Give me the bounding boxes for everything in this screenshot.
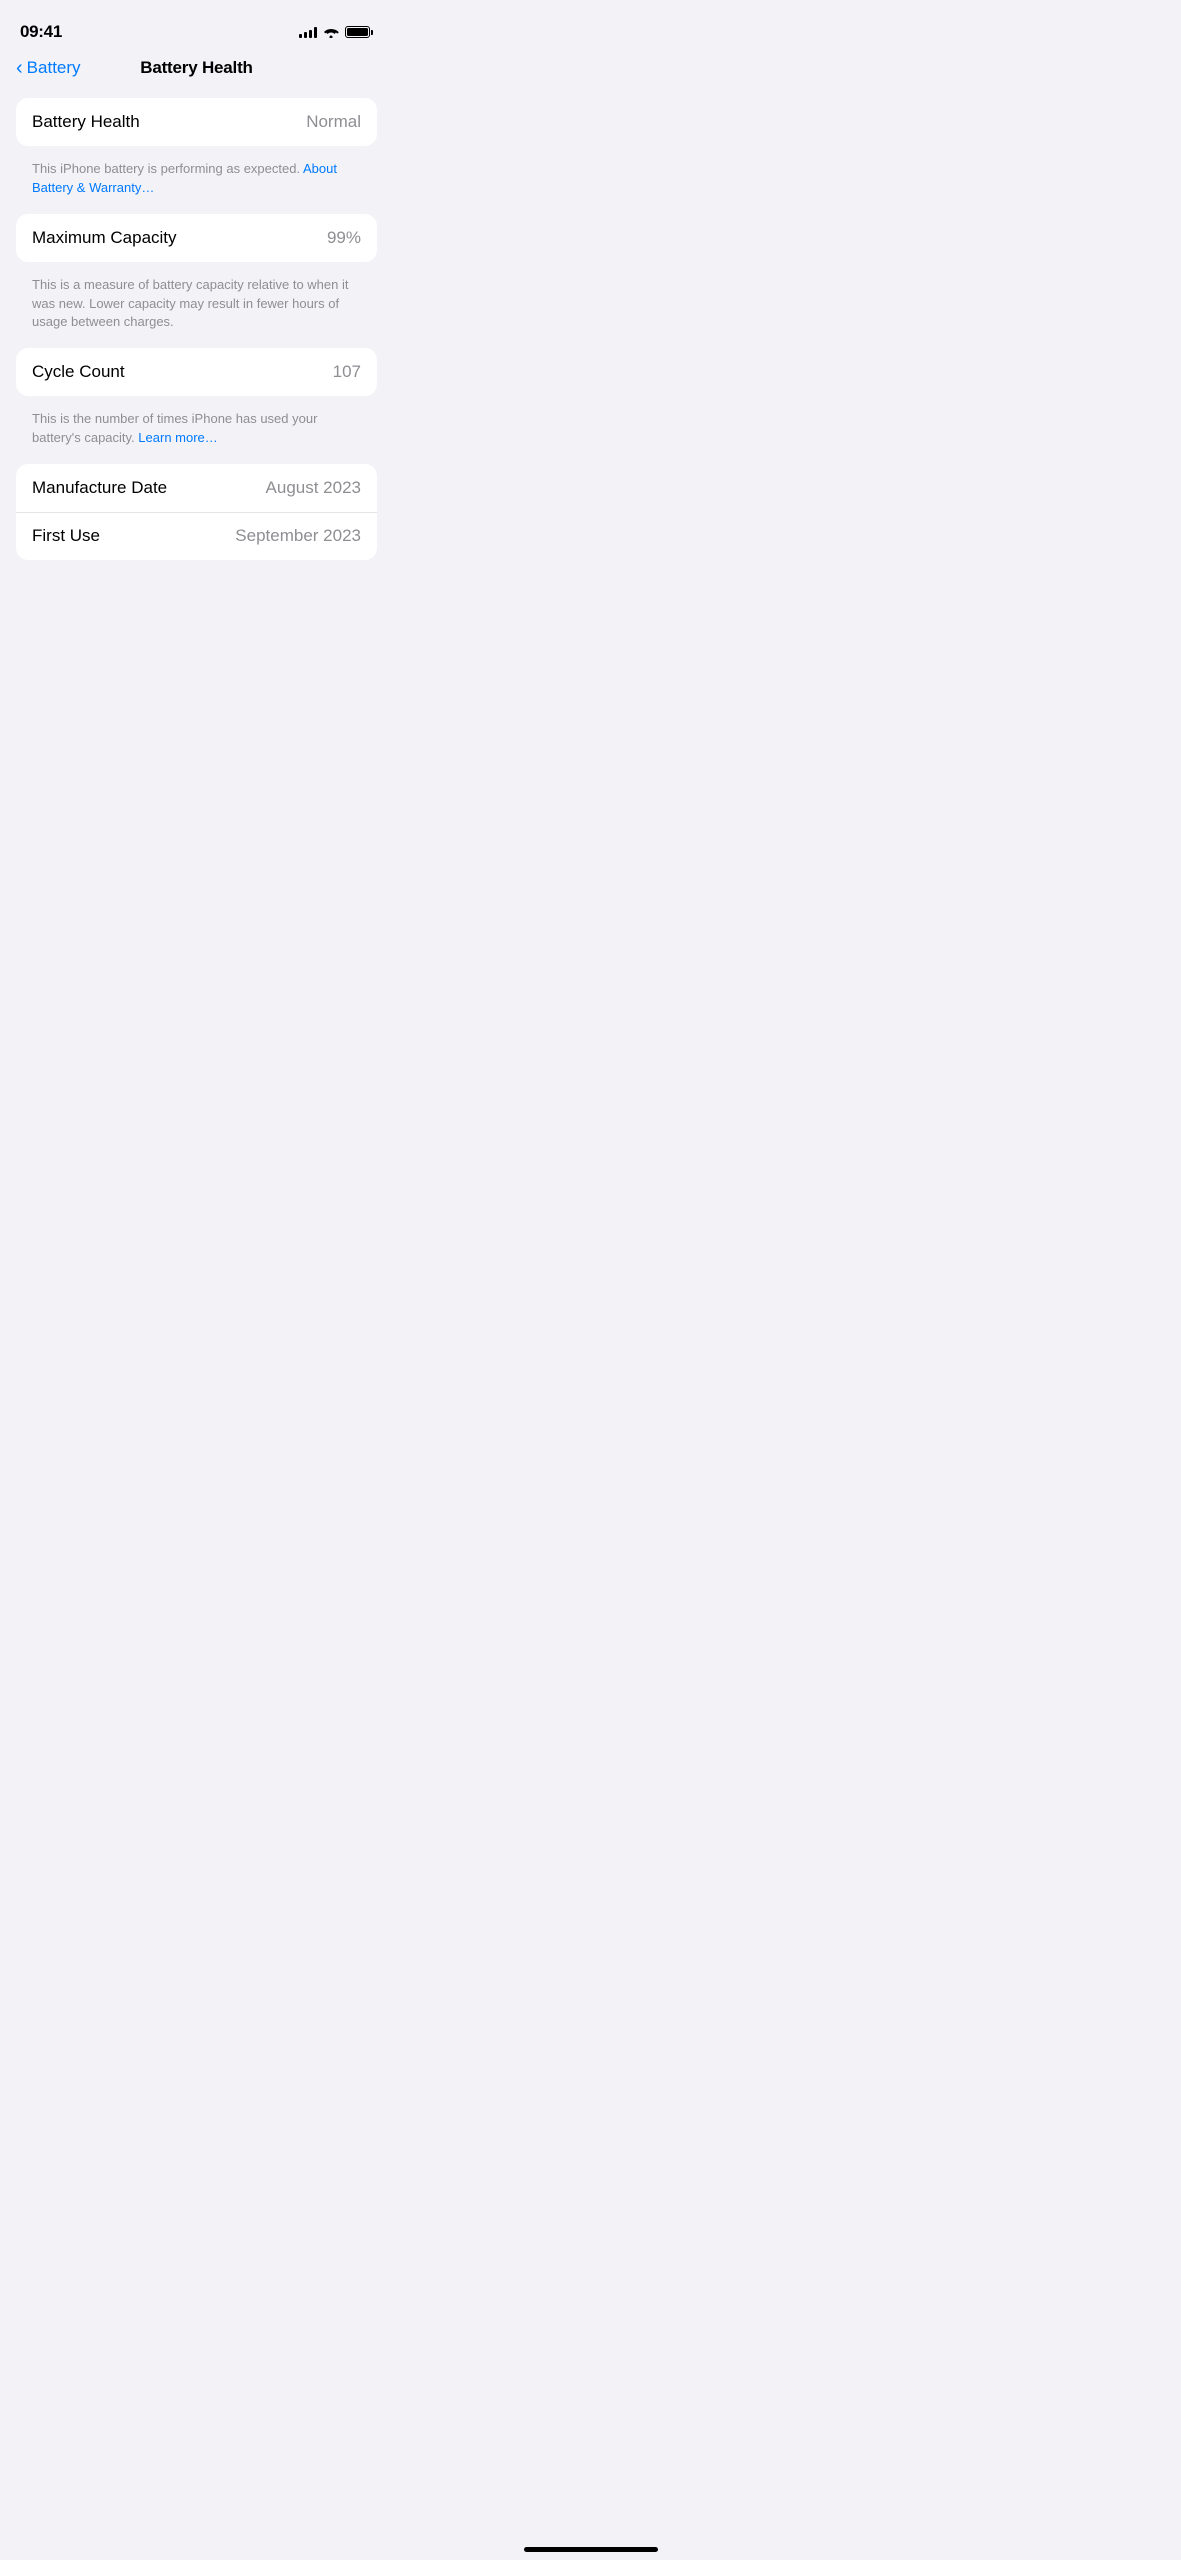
home-indicator bbox=[524, 2547, 658, 2552]
learn-more-link[interactable]: Learn more… bbox=[138, 430, 217, 445]
cycle-count-value: 107 bbox=[333, 362, 361, 382]
status-bar: 09:41 bbox=[0, 0, 393, 50]
main-content: Battery Health Normal This iPhone batter… bbox=[0, 98, 393, 560]
nav-header: ‹ Battery Battery Health bbox=[0, 50, 393, 90]
manufacture-date-value: August 2023 bbox=[266, 478, 361, 498]
chevron-left-icon: ‹ bbox=[16, 58, 23, 78]
signal-bars-icon bbox=[299, 26, 317, 38]
back-label: Battery bbox=[27, 58, 81, 78]
battery-health-value: Normal bbox=[306, 112, 361, 132]
max-capacity-row: Maximum Capacity 99% bbox=[16, 214, 377, 262]
first-use-row: First Use September 2023 bbox=[16, 512, 377, 560]
cycle-count-row: Cycle Count 107 bbox=[16, 348, 377, 396]
first-use-label: First Use bbox=[32, 526, 100, 546]
first-use-value: September 2023 bbox=[235, 526, 361, 546]
battery-health-description: This iPhone battery is performing as exp… bbox=[16, 154, 377, 214]
max-capacity-value: 99% bbox=[327, 228, 361, 248]
max-capacity-card: Maximum Capacity 99% bbox=[16, 214, 377, 262]
back-button[interactable]: ‹ Battery bbox=[16, 58, 81, 78]
max-capacity-description: This is a measure of battery capacity re… bbox=[16, 270, 377, 349]
manufacture-date-label: Manufacture Date bbox=[32, 478, 167, 498]
status-time: 09:41 bbox=[20, 22, 62, 42]
battery-health-row: Battery Health Normal bbox=[16, 98, 377, 146]
cycle-count-label: Cycle Count bbox=[32, 362, 125, 382]
max-capacity-label: Maximum Capacity bbox=[32, 228, 177, 248]
battery-icon bbox=[345, 26, 373, 38]
cycle-count-card: Cycle Count 107 bbox=[16, 348, 377, 396]
cycle-count-description: This is the number of times iPhone has u… bbox=[16, 404, 377, 464]
about-battery-link[interactable]: About Battery & Warranty… bbox=[32, 161, 337, 195]
manufacture-date-row: Manufacture Date August 2023 bbox=[16, 464, 377, 512]
status-icons bbox=[299, 26, 373, 38]
dates-card: Manufacture Date August 2023 First Use S… bbox=[16, 464, 377, 560]
page-title: Battery Health bbox=[140, 58, 252, 78]
battery-health-label: Battery Health bbox=[32, 112, 140, 132]
wifi-icon bbox=[323, 26, 339, 38]
battery-health-card: Battery Health Normal bbox=[16, 98, 377, 146]
